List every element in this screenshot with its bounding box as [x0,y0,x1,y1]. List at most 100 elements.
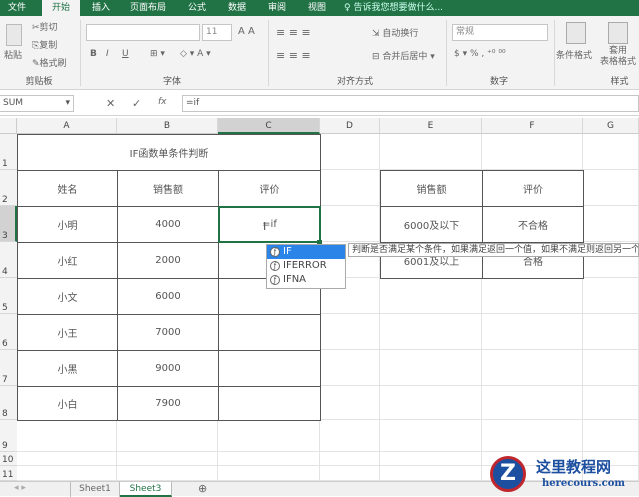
row-header-11[interactable]: 11 [0,466,17,481]
tab-home[interactable]: 开始 [42,0,80,16]
enter-check-icon[interactable]: ✓ [132,97,141,110]
add-sheet-icon[interactable]: ⊕ [198,482,207,495]
table-format-icon [608,22,628,44]
alignment-group-label: 对齐方式 [336,77,373,87]
column-header-a[interactable]: A [17,118,117,134]
table2-header-cell[interactable]: 销售额 [380,170,483,207]
name-box[interactable]: SUM ▾ [0,95,74,112]
table1-header-cell[interactable]: 姓名 [17,170,118,207]
table1-header-cell[interactable]: 销售额 [117,170,219,207]
align-left-buttons[interactable]: ≡ ≡ ≡ [276,49,311,62]
row-header-9[interactable]: 9 [0,420,17,452]
format-painter-button[interactable]: ✎格式刷 [32,56,67,69]
insert-function-icon[interactable]: fx [158,97,167,107]
table1-cell[interactable]: 小黑 [17,350,118,387]
active-cell-c3[interactable] [218,206,321,243]
font-name-select[interactable] [86,24,200,41]
table1-cell[interactable]: 小白 [17,386,118,421]
function-icon: ƒ [270,275,280,285]
table1-cell[interactable]: 4000 [117,206,219,243]
accounting-button[interactable]: $ ▾ % , ⁺⁰ ⁰⁰ [454,49,506,59]
paste-icon [6,24,22,46]
autocomplete-item-ifna[interactable]: ƒ IFNA [267,273,345,287]
conditional-format-icon [566,22,586,44]
row-header-7[interactable]: 7 [0,350,17,386]
align-top-buttons[interactable]: ≡ ≡ ≡ [276,26,311,39]
table2-cell[interactable]: 不合格 [482,206,584,243]
table2-header-cell[interactable]: 评价 [482,170,584,207]
wrap-icon: ⇲ [372,29,383,39]
copy-button[interactable]: ⎘复制 [32,38,57,51]
logo-icon: Z [490,456,526,492]
table1-cell[interactable] [218,314,321,351]
column-header-f[interactable]: F [482,118,583,134]
row-header-6[interactable]: 6 [0,314,17,350]
table1-cell[interactable]: 9000 [117,350,219,387]
scissors-icon: ✂ [32,23,40,33]
autocomplete-item-if[interactable]: ƒ IF [267,245,345,259]
table1-cell[interactable] [218,386,321,421]
function-icon: ƒ [270,261,280,271]
row-header-4[interactable]: 4 [0,242,17,278]
row-header-10[interactable]: 10 [0,452,17,466]
column-header-d[interactable]: D [320,118,380,134]
cut-button[interactable]: ✂剪切 [32,20,58,33]
italic-button[interactable]: I [106,49,109,59]
tab-view[interactable]: 视图 [300,0,334,16]
sheet-tab-sheet3[interactable]: Sheet3 [120,482,172,497]
column-header-g[interactable]: G [583,118,639,134]
border-button[interactable]: ⊞ ▾ [150,49,165,59]
tab-data[interactable]: 数据 [220,0,254,16]
table2-cell[interactable]: 6000及以下 [380,206,483,243]
tab-formulas[interactable]: 公式 [180,0,214,16]
chevron-down-icon: ▾ [65,98,70,108]
tab-insert[interactable]: 插入 [84,0,118,16]
underline-button[interactable]: U [122,49,129,59]
bold-button[interactable]: B [90,49,97,59]
paste-button[interactable]: 粘贴 [4,48,22,61]
font-group-label: 字体 [162,77,181,87]
row-header-5[interactable]: 5 [0,278,17,314]
formula-input[interactable]: =if [182,95,639,112]
table1-cell[interactable]: 小王 [17,314,118,351]
cancel-icon[interactable]: ✕ [106,97,115,110]
table1-header-cell[interactable]: 评价 [218,170,321,207]
conditional-format-button[interactable]: 条件格式 [556,48,592,61]
merge-center-button[interactable]: ⊟ 合并后居中 ▾ [372,49,435,62]
table1-cell[interactable]: 2000 [117,242,219,279]
sheet-tab-sheet1[interactable]: Sheet1 [70,482,120,497]
scroll-tabs-arrows[interactable]: ◂ ▸ [14,483,26,493]
merge-icon: ⊟ [372,52,383,62]
divider [554,20,555,86]
tab-review[interactable]: 审阅 [260,0,294,16]
table1-cell[interactable]: 小红 [17,242,118,279]
tab-page-layout[interactable]: 页面布局 [124,0,172,16]
tab-file[interactable]: 文件 [0,0,34,16]
column-header-e[interactable]: E [380,118,482,134]
table1-cell[interactable] [218,350,321,387]
tell-me-search[interactable]: ♀ 告诉我您想要做什么... [344,0,464,16]
grow-font-button[interactable]: A A [238,26,255,37]
table1-cell[interactable]: 7000 [117,314,219,351]
font-size-select[interactable]: 11 [202,24,232,41]
fill-color-button[interactable]: ◇ ▾ A ▾ [180,49,211,59]
row-header-2[interactable]: 2 [0,170,17,206]
autocomplete-item-iferror[interactable]: ƒ IFERROR [267,259,345,273]
autocomplete-list: ƒ IF ƒ IFERROR ƒ IFNA [266,244,346,289]
column-header-b[interactable]: B [117,118,218,134]
table1-cell[interactable]: 小文 [17,278,118,315]
number-format-select[interactable]: 常规 [452,24,548,41]
function-icon: ƒ [270,247,280,257]
styles-group-label: 样式 [610,77,629,87]
select-all-corner[interactable] [0,118,17,134]
table1-cell[interactable]: 小明 [17,206,118,243]
column-header-c[interactable]: C [218,118,320,134]
table1-cell[interactable]: 7900 [117,386,219,421]
row-header-3[interactable]: 3 [0,206,17,242]
row-header-1[interactable]: 1 [0,134,17,170]
table1-cell[interactable]: 6000 [117,278,219,315]
table1-title-cell[interactable]: IF函数单条件判断 [17,134,321,171]
wrap-text-button[interactable]: ⇲ 自动换行 [372,26,418,39]
row-header-8[interactable]: 8 [0,386,17,420]
format-as-table-button[interactable]: 套用 表格格式 [600,46,636,68]
